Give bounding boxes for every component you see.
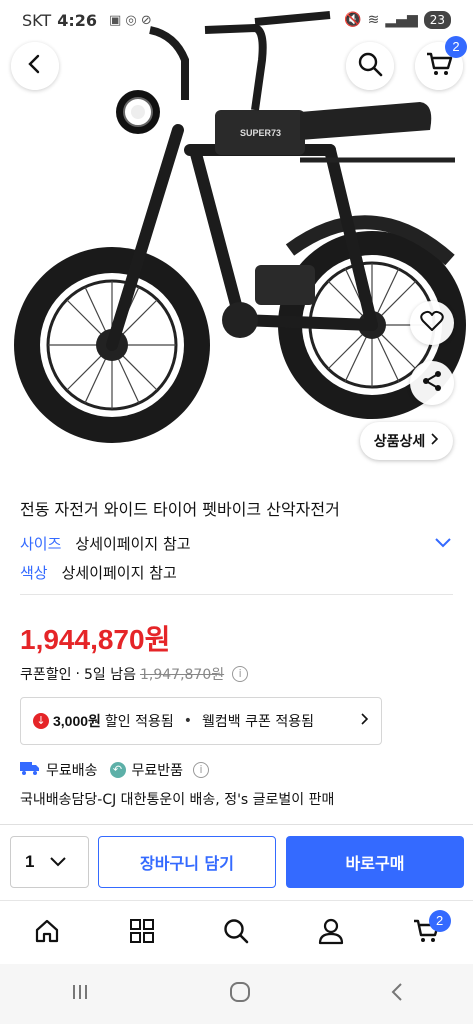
discount-info: 쿠폰할인 · 5일 남음 1,947,870원 i [20,664,249,684]
option-key: 사이즈 [20,535,62,553]
product-image[interactable]: SUPER73 2 상품상세 [0,0,473,478]
divider [20,594,453,595]
recent-apps-button[interactable] [70,982,90,1006]
product-detail-button[interactable]: 상품상세 [360,422,453,460]
battery-indicator: 23 [423,11,451,29]
share-icon [421,370,443,396]
seller-info: 국내배송담당-CJ 대한통운이 배송, 정's 글로벌이 판매 [20,792,335,808]
buy-now-button[interactable]: 바로구매 [286,836,464,888]
tab-my-account[interactable] [306,908,356,958]
free-shipping-label: 무료배송 [46,763,98,779]
chevron-down-icon [50,852,67,872]
free-return-label: 무료반품 [131,763,184,779]
bullet: • [183,713,193,729]
info-icon[interactable]: i [232,666,249,682]
coupon-applied-text: 할인 적용됨 [104,714,174,730]
home-nav-button[interactable] [229,981,251,1007]
product-detail-label: 상품상세 [373,434,426,450]
signal-icon: ▂▄▆ [385,12,418,28]
coupon-box[interactable]: ↓ 3,000원 할인 적용됨 • 웰컴백 쿠폰 적용됨 [20,697,382,745]
option-row-color[interactable]: 색상 상세이페이지 참고 [20,562,177,583]
wishlist-button[interactable] [410,301,454,345]
truck-icon [20,761,40,779]
heart-icon [420,310,444,336]
carrier-label: SKT [22,10,52,30]
option-key: 색상 [20,564,48,582]
welcome-coupon-text: 웰컴백 쿠폰 적용됨 [202,714,314,730]
search-icon [222,917,250,949]
search-button[interactable] [346,42,394,90]
grid-icon [129,918,155,948]
wifi-icon: ≋ [367,12,380,28]
share-button[interactable] [410,361,454,405]
mute-icon: 🔇 [344,12,362,28]
remaining-days: 5일 남음 [83,667,136,683]
discount-down-icon: ↓ [33,713,49,729]
back-arrow-icon [391,983,402,1001]
purchase-bar: 1 장바구니 담기 바로구매 [0,824,473,900]
chevron-right-icon [361,713,369,729]
chevron-down-icon[interactable] [435,533,451,552]
clock: 4:26 [57,10,97,30]
tab-home[interactable] [22,908,72,958]
return-icon: ↶ [109,762,126,778]
back-nav-button[interactable] [390,982,404,1006]
home-icon [33,917,61,949]
back-button[interactable] [11,42,59,90]
notification-icons: ▣ ◎ ⊘ [108,12,152,28]
sale-price: 1,944,870원 [20,624,171,655]
shipping-info: 무료배송 ↶ 무료반품 i [20,760,210,780]
option-value: 상세이페이지 참고 [75,535,191,553]
option-value: 상세이페이지 참고 [61,564,177,582]
chevron-left-icon [24,53,46,79]
system-nav-bar [0,964,473,1024]
app-tab-bar: 2 [0,900,473,964]
search-icon [357,51,383,81]
tab-categories[interactable] [117,908,167,958]
quantity-value: 1 [25,852,35,871]
quantity-select[interactable]: 1 [10,836,89,888]
tab-cart[interactable]: 2 [401,908,451,958]
ebike-illustration: SUPER73 [14,11,466,443]
option-row-size[interactable]: 사이즈 상세이페이지 참고 [20,533,191,554]
coupon-amount: 3,000원 [53,713,101,729]
status-bar: SKT 4:26 ▣ ◎ ⊘ 🔇 ≋ ▂▄▆ 23 [0,0,473,40]
cart-button[interactable]: 2 [415,36,467,90]
chevron-right-icon [431,433,439,449]
home-circle-icon [229,982,250,1002]
info-icon[interactable]: i [193,762,210,778]
add-to-cart-button[interactable]: 장바구니 담기 [98,836,276,888]
discount-label: 쿠폰할인 [20,667,72,683]
svg-text:SUPER73: SUPER73 [240,128,281,138]
tab-search[interactable] [211,908,261,958]
person-icon [318,917,344,949]
recents-icon [72,985,87,999]
cart-count-badge: 2 [428,909,451,932]
original-price: 1,947,870원 [139,667,225,683]
product-title: 전동 자전거 와이드 타이어 펫바이크 산악자전거 [20,500,340,519]
separator: · [75,666,80,682]
